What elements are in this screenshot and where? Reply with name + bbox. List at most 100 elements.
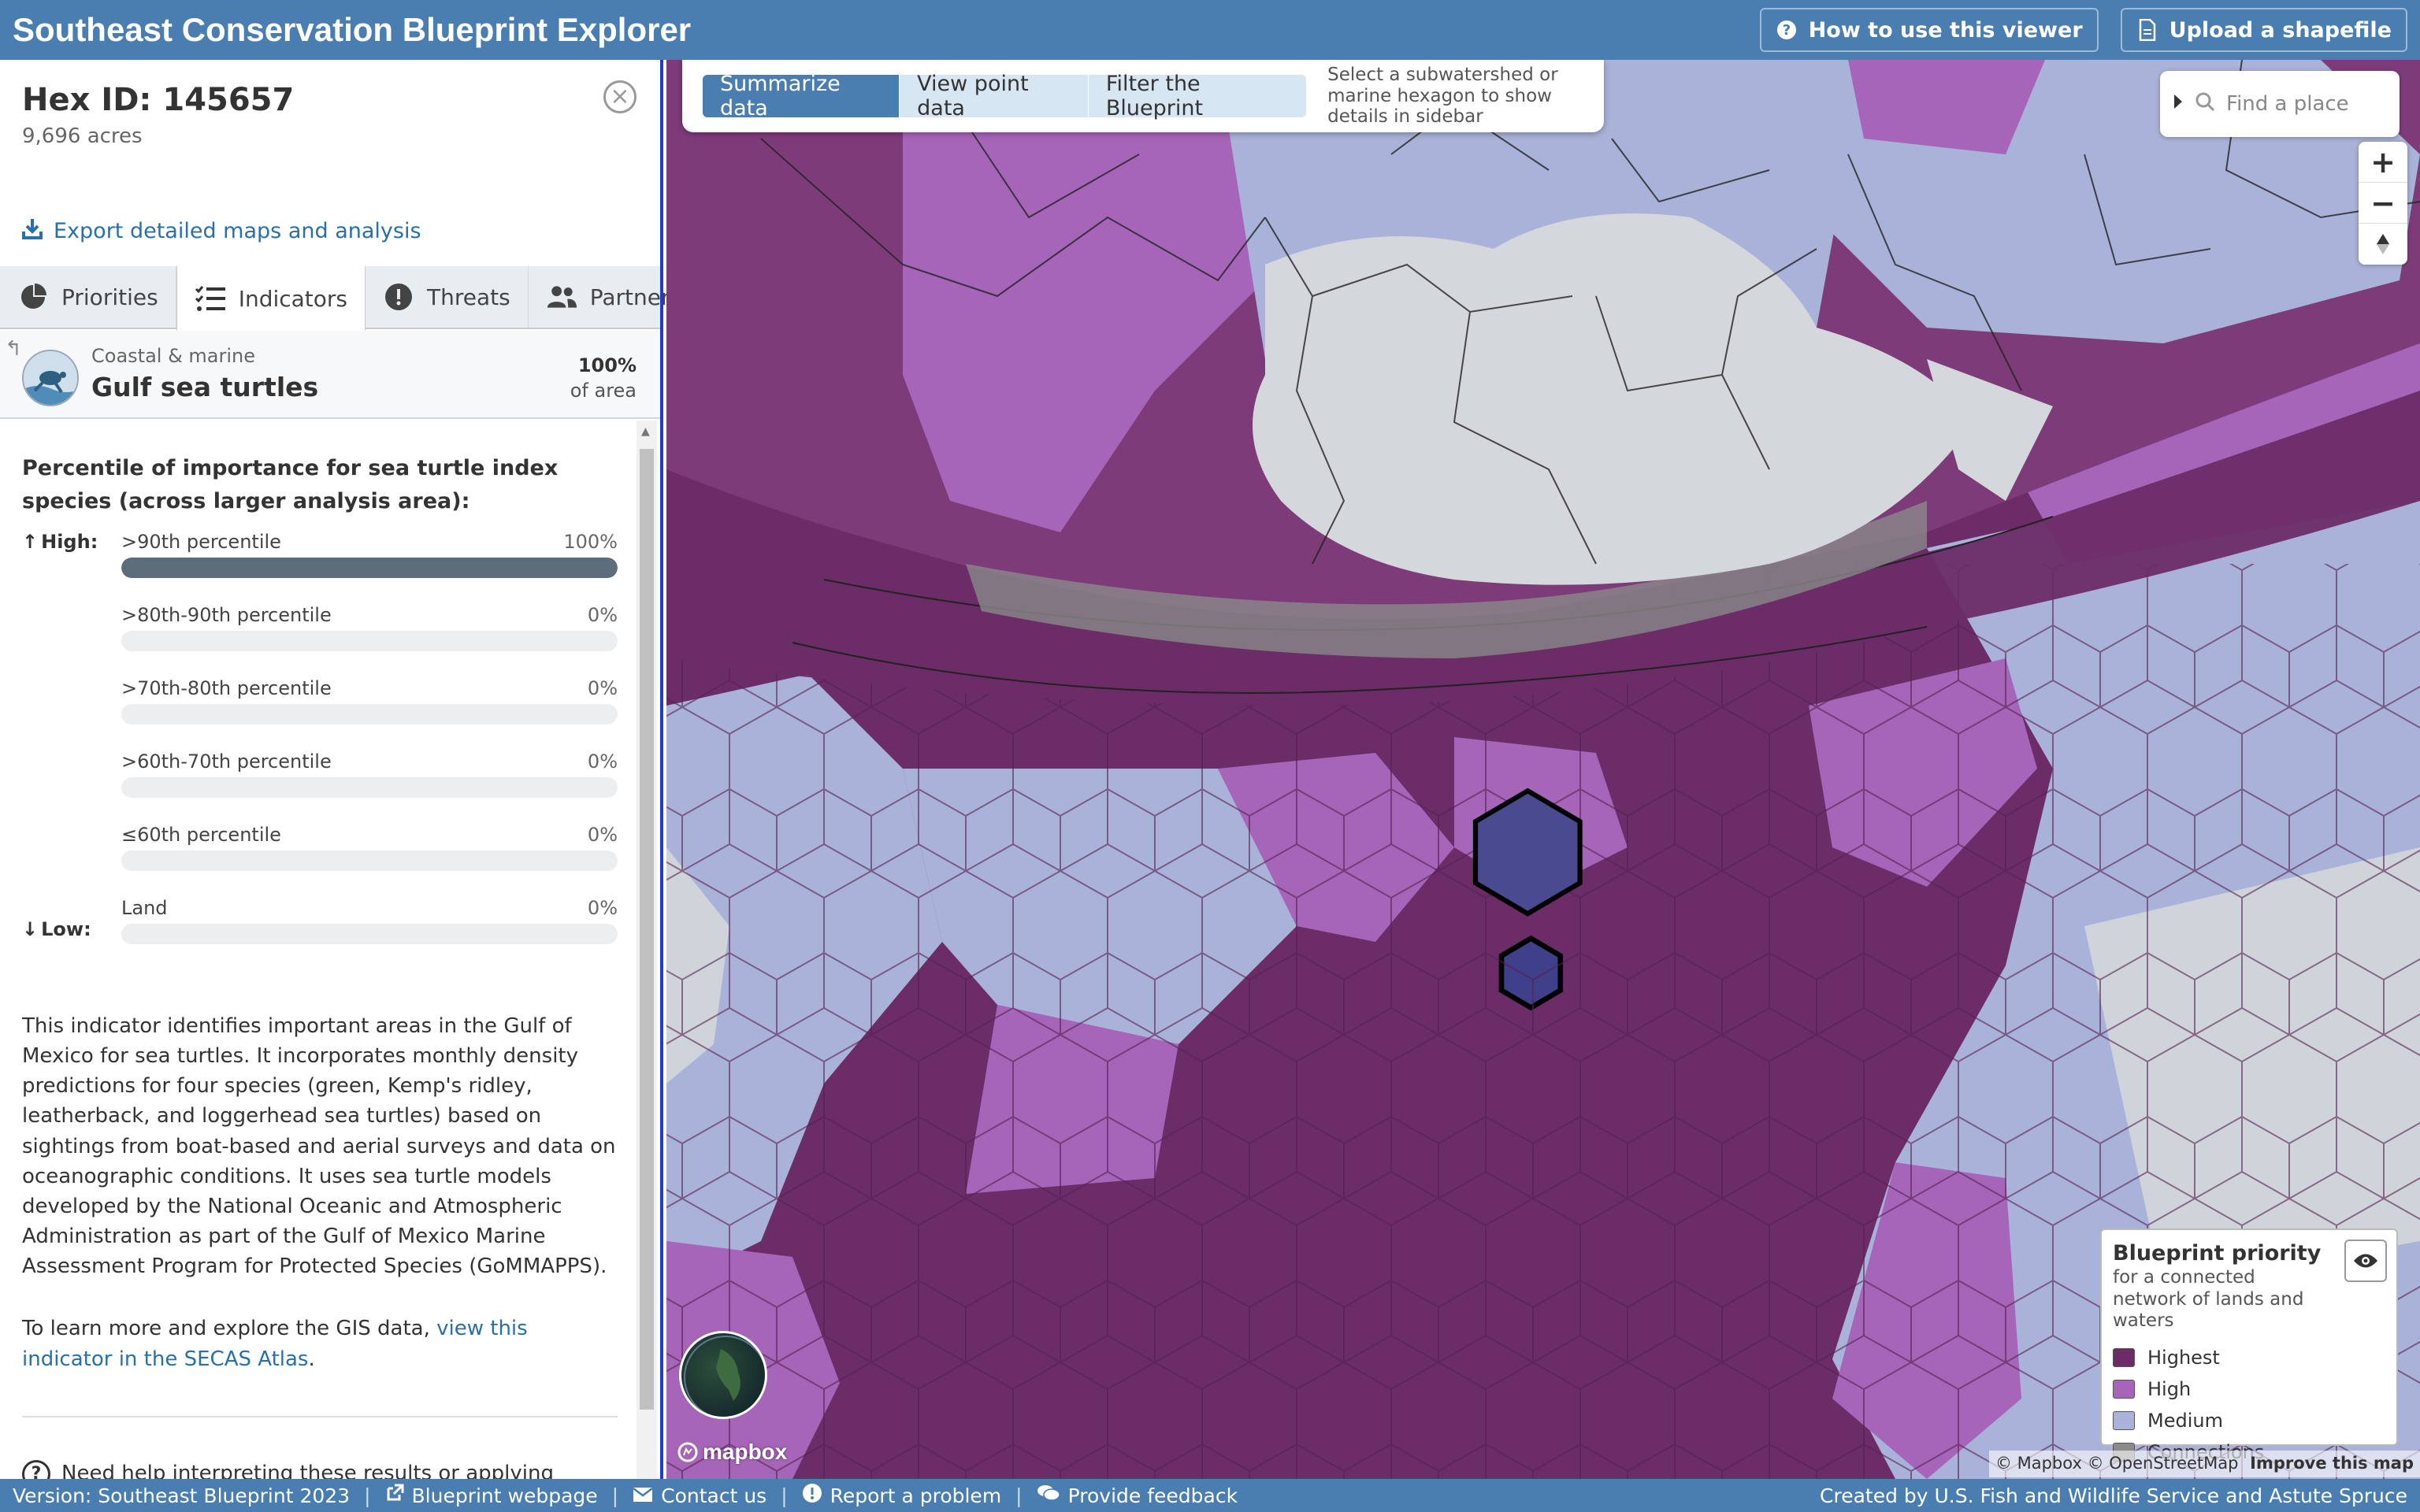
contact-us-label: Contact us: [661, 1484, 767, 1507]
alert-icon: [383, 281, 414, 313]
eye-icon[interactable]: [2344, 1240, 2387, 1282]
close-icon[interactable]: ×: [603, 80, 637, 113]
how-to-use-button[interactable]: ? How to use this viewer: [1759, 8, 2099, 52]
legend-item: Highest: [2113, 1342, 2385, 1373]
separator: |: [611, 1484, 619, 1507]
indicator-details: Percentile of importance for sea turtle …: [0, 421, 640, 1512]
expand-caret-icon[interactable]: [2173, 92, 2184, 116]
search-icon: [2195, 91, 2215, 117]
indicator-name: Gulf sea turtles: [91, 372, 319, 402]
filter-blueprint-button[interactable]: Filter the Blueprint: [1088, 72, 1308, 120]
legend-label: Medium: [2147, 1409, 2223, 1432]
sidebar-header: Hex ID: 145657 9,696 acres ×: [0, 60, 660, 214]
upload-shapefile-label: Upload a shapefile: [2169, 17, 2392, 43]
legend-subtitle: for a connected network of lands and wat…: [2113, 1267, 2304, 1332]
percentile-value: 0%: [587, 823, 618, 846]
percentile-label: >80th-90th percentile: [121, 603, 332, 626]
envelope-icon: [633, 1484, 653, 1507]
separator: |: [781, 1484, 788, 1507]
indicator-header: ↰ Coastal & marine Gulf sea turtles 100%…: [0, 331, 660, 419]
percentile-row: Land 0%: [22, 897, 618, 970]
map-view[interactable]: Summarize data View point data Filter th…: [666, 60, 2420, 1479]
app-title: Southeast Conservation Blueprint Explore…: [13, 11, 692, 48]
percentile-value: 0%: [587, 896, 618, 919]
compass-icon[interactable]: [2359, 224, 2407, 265]
tab-priorities[interactable]: Priorities: [0, 266, 176, 328]
sidebar-scrollbar[interactable]: ▲ ▼: [637, 421, 657, 1512]
list-check-icon: [195, 283, 226, 314]
map-legend: Blueprint priority for a connected netwo…: [2100, 1228, 2398, 1463]
zoom-out-button[interactable]: −: [2359, 183, 2407, 224]
app-header: Southeast Conservation Blueprint Explore…: [0, 0, 2420, 60]
users-icon: [546, 281, 577, 313]
tab-label: Indicators: [238, 285, 348, 312]
legend-swatch: [2113, 1379, 2135, 1399]
contact-us-link[interactable]: Contact us: [633, 1484, 766, 1507]
view-point-data-button[interactable]: View point data: [900, 72, 1089, 120]
indicator-percent-label: of area: [570, 380, 637, 402]
learn-more: To learn more and explore the GIS data, …: [22, 1314, 618, 1375]
sidebar-tabs: Priorities Indicators Threats Partners: [0, 266, 681, 331]
hex-id-title: Hex ID: 145657: [22, 82, 295, 118]
scroll-up-icon[interactable]: ▲: [641, 425, 650, 438]
basemap-toggle[interactable]: [679, 1331, 767, 1419]
separator: |: [1015, 1484, 1023, 1507]
report-problem-link[interactable]: Report a problem: [802, 1483, 1002, 1508]
download-icon: [22, 217, 43, 245]
provide-feedback-label: Provide feedback: [1067, 1484, 1238, 1507]
export-link[interactable]: Export detailed maps and analysis: [22, 217, 421, 245]
svg-text:?: ?: [1782, 22, 1790, 39]
sea-turtle-icon: [22, 350, 79, 406]
credit-text: Created by U.S. Fish and Wildlife Servic…: [1820, 1484, 2407, 1507]
mapbox-logo[interactable]: mapbox: [677, 1440, 787, 1465]
percentile-value: 0%: [587, 676, 618, 699]
tab-label: Threats: [427, 284, 510, 310]
legend-swatch: [2113, 1410, 2135, 1430]
toolbar-hint: Select a subwatershed or marine hexagon …: [1327, 65, 1558, 128]
upload-shapefile-button[interactable]: Upload a shapefile: [2120, 8, 2407, 52]
percentile-value: 100%: [563, 530, 618, 553]
percentile-row: >60th-70th percentile 0%: [22, 750, 618, 824]
search-input[interactable]: Find a place: [2226, 92, 2349, 116]
percentile-row: >90th percentile 100%: [22, 531, 618, 604]
tab-label: Priorities: [61, 284, 158, 310]
percentile-label: ≤60th percentile: [121, 823, 281, 846]
sidebar: Hex ID: 145657 9,696 acres × Export deta…: [0, 60, 681, 1512]
how-to-use-label: How to use this viewer: [1808, 17, 2083, 43]
exclamation-circle-icon: [802, 1483, 822, 1508]
percentile-bar-track: [121, 850, 618, 871]
percentile-bar-track: [121, 923, 618, 944]
indicator-percent: 100%: [577, 354, 637, 376]
comments-icon: [1037, 1484, 1060, 1507]
scrollbar-thumb[interactable]: [640, 449, 654, 1410]
percentile-row: >80th-90th percentile 0%: [22, 604, 618, 677]
percentile-label: >60th-70th percentile: [121, 750, 332, 773]
version-text: Version: Southeast Blueprint 2023: [13, 1484, 351, 1507]
attribution-text[interactable]: © Mapbox © OpenStreetMap: [1995, 1454, 2239, 1473]
improve-map-link[interactable]: Improve this map: [2250, 1454, 2414, 1473]
divider: [22, 1415, 618, 1418]
percentile-label: Land: [121, 896, 168, 919]
percentile-value: 0%: [587, 603, 618, 626]
percentile-bar-track: [121, 703, 618, 724]
legend-label: High: [2147, 1377, 2192, 1400]
export-link-label: Export detailed maps and analysis: [54, 219, 421, 243]
learn-suffix: .: [308, 1347, 315, 1371]
mapbox-logo-text: mapbox: [703, 1440, 788, 1464]
legend-label: Highest: [2147, 1346, 2220, 1369]
summarize-data-button[interactable]: Summarize data: [703, 72, 900, 120]
learn-prefix: To learn more and explore the GIS data,: [22, 1316, 437, 1340]
back-arrow-icon[interactable]: ↰: [5, 337, 22, 361]
place-search[interactable]: Find a place: [2160, 71, 2400, 137]
zoom-in-button[interactable]: +: [2359, 142, 2407, 183]
report-problem-label: Report a problem: [830, 1484, 1002, 1507]
percentile-value: 0%: [587, 750, 618, 773]
blueprint-webpage-link[interactable]: Blueprint webpage: [385, 1484, 598, 1507]
provide-feedback-link[interactable]: Provide feedback: [1037, 1484, 1238, 1507]
indicator-category: Coastal & marine: [91, 345, 256, 367]
tab-indicators[interactable]: Indicators: [176, 266, 366, 331]
tab-threats[interactable]: Threats: [366, 266, 529, 328]
percentile-title: Percentile of importance for sea turtle …: [22, 456, 559, 513]
percentile-bar-fill: [121, 557, 618, 578]
file-icon: [2136, 19, 2158, 41]
